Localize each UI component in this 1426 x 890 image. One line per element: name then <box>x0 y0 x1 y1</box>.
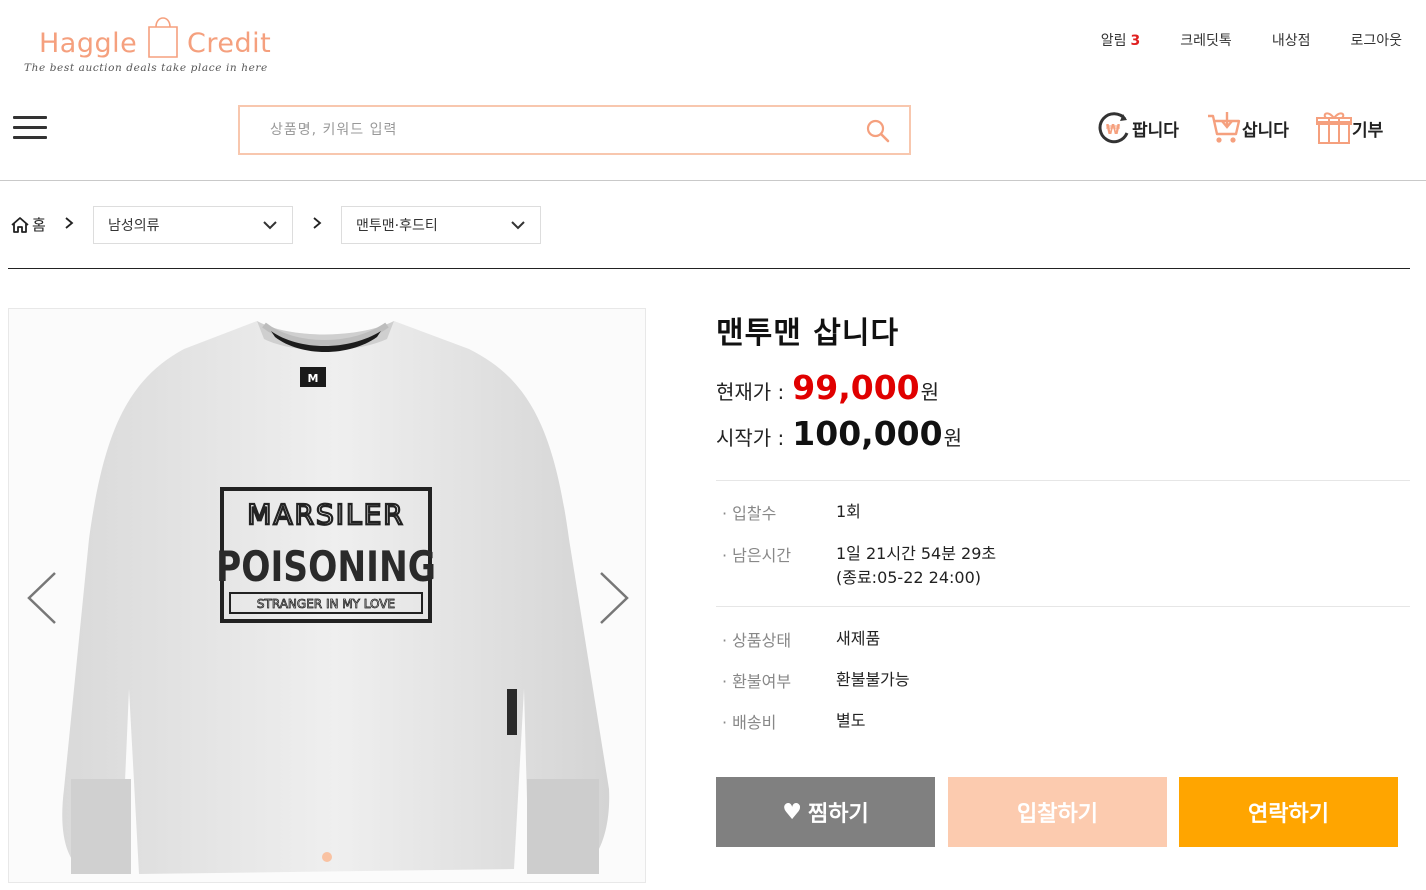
cart-download-icon <box>1208 112 1241 143</box>
current-price-value: 99,000 <box>792 368 920 407</box>
hamburger-menu-icon[interactable] <box>13 115 47 141</box>
condition-label: · 상품상태 <box>722 631 792 650</box>
condition-value: 새제품 <box>836 629 881 648</box>
start-price-currency: 원 <box>943 426 963 450</box>
heart-icon: ♥ <box>782 799 802 825</box>
chevron-right-icon[interactable] <box>597 571 631 625</box>
buy-label: 삽니다 <box>1242 120 1289 141</box>
donate-link[interactable]: 기부 <box>1316 110 1383 146</box>
current-price-label: 현재가 : <box>716 380 785 404</box>
bid-button[interactable]: 입찰하기 <box>948 777 1167 847</box>
contact-button-label: 연락하기 <box>1248 802 1329 827</box>
gift-icon <box>1316 112 1352 144</box>
refund-label: · 환불여부 <box>722 672 792 691</box>
info-divider <box>716 606 1410 607</box>
product-image-carousel[interactable]: M MARSILER POISONING STRANGER IN MY LOVE <box>8 308 646 883</box>
print-line-3: STRANGER IN MY LOVE <box>257 597 395 611</box>
contact-button[interactable]: 연락하기 <box>1179 777 1398 847</box>
header-divider <box>0 180 1426 181</box>
logo-tagline: The best auction deals take place in her… <box>24 62 268 74</box>
alerts-label: 알림 <box>1100 33 1127 49</box>
breadcrumb-home[interactable]: 홈 <box>10 214 46 235</box>
logo-word-haggle: Haggle <box>39 28 138 59</box>
credit-talk-link[interactable]: 크레딧톡 <box>1180 30 1232 50</box>
bids-label: · 입찰수 <box>722 504 777 523</box>
start-price: 시작가 : 100,000 원 <box>716 414 962 453</box>
remaining-time-value: 1일 21시간 54분 29초 <box>836 544 997 563</box>
chevron-left-icon[interactable] <box>25 571 59 625</box>
logo-word-credit: Credit <box>187 28 272 59</box>
current-price: 현재가 : 99,000 원 <box>716 368 939 407</box>
bid-button-label: 입찰하기 <box>1017 802 1098 827</box>
alerts-link[interactable]: 알림 3 <box>1101 30 1141 50</box>
wishlist-button[interactable]: ♥ 찜하기 <box>716 777 935 847</box>
sell-link[interactable]: ₩ 팝니다 <box>1096 110 1179 146</box>
product-title: 맨투맨 삽니다 <box>716 316 900 351</box>
wishlist-button-label: 찜하기 <box>808 802 869 827</box>
chevron-down-icon <box>511 221 525 230</box>
sell-label: 팝니다 <box>1132 120 1179 141</box>
home-label: 홈 <box>32 216 46 234</box>
svg-text:₩: ₩ <box>1106 123 1121 138</box>
auction-end-value: (종료:05-22 24:00) <box>836 568 982 587</box>
remaining-time-label: · 남은시간 <box>722 546 792 565</box>
print-line-1: MARSILER <box>247 498 405 531</box>
current-price-currency: 원 <box>920 380 940 404</box>
carousel-dot[interactable] <box>322 852 332 862</box>
home-icon <box>11 216 29 233</box>
won-coin-icon: ₩ <box>1098 112 1129 144</box>
buy-link[interactable]: 삽니다 <box>1206 110 1289 146</box>
print-line-2: POISONING <box>216 543 436 592</box>
search-bar <box>238 105 911 155</box>
start-price-label: 시작가 : <box>716 426 785 450</box>
category-select-value: 남성의류 <box>108 218 160 234</box>
info-divider <box>716 480 1410 481</box>
refund-value: 환불불가능 <box>836 670 910 689</box>
neck-tag-text: M <box>308 372 319 385</box>
chevron-down-icon <box>263 221 277 230</box>
shopping-bag-icon <box>148 17 178 58</box>
my-shop-link[interactable]: 내상점 <box>1272 30 1311 50</box>
search-input[interactable] <box>254 107 834 153</box>
site-logo[interactable]: Haggle Credit The best auction deals tak… <box>22 10 302 80</box>
shipping-value: 별도 <box>836 711 866 730</box>
donate-label: 기부 <box>1352 120 1384 141</box>
subcategory-select[interactable]: 맨투맨·후드티 <box>341 206 541 244</box>
top-links: 알림 3 크레딧톡 내상점 로그아웃 <box>1101 30 1402 50</box>
alerts-count-badge: 3 <box>1130 33 1141 49</box>
subcategory-select-value: 맨투맨·후드티 <box>356 218 438 234</box>
chevron-right-icon <box>65 217 74 229</box>
bids-value: 1회 <box>836 502 861 521</box>
breadcrumb-divider <box>8 268 1410 269</box>
product-photo: M MARSILER POISONING STRANGER IN MY LOVE <box>9 309 645 882</box>
category-select[interactable]: 남성의류 <box>93 206 293 244</box>
logout-link[interactable]: 로그아웃 <box>1350 30 1402 50</box>
start-price-value: 100,000 <box>792 414 943 453</box>
shipping-label: · 배송비 <box>722 713 777 732</box>
search-icon[interactable] <box>865 118 891 144</box>
chevron-right-icon <box>313 217 322 229</box>
